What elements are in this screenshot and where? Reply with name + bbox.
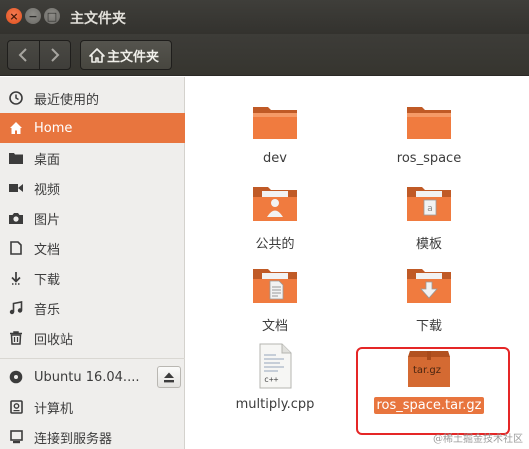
file-item-templates[interactable]: a 模板 bbox=[364, 177, 494, 252]
sidebar-item-connect-server[interactable]: 连接到服务器 bbox=[0, 422, 185, 449]
nav-group bbox=[7, 40, 71, 70]
sidebar-item-documents[interactable]: 文档 bbox=[0, 233, 185, 263]
camera-icon bbox=[9, 211, 23, 225]
clock-icon bbox=[9, 91, 23, 105]
file-item-multiply-cpp[interactable]: c++ multiply.cpp bbox=[210, 341, 340, 412]
trash-icon bbox=[9, 331, 23, 345]
video-icon bbox=[9, 181, 23, 195]
sidebar-item-pictures[interactable]: 图片 bbox=[0, 203, 185, 233]
sidebar-item-label: 计算机 bbox=[34, 401, 74, 417]
file-item-ros-space[interactable]: ros_space bbox=[364, 95, 494, 166]
svg-text:a: a bbox=[427, 204, 433, 214]
cpp-file-icon: c++ bbox=[250, 341, 300, 391]
file-name: 文档 bbox=[261, 319, 288, 334]
window-title: 主文件夹 bbox=[70, 11, 126, 27]
sidebar-item-label: 视频 bbox=[34, 182, 61, 198]
maximize-button[interactable]: □ bbox=[44, 8, 60, 24]
folder-downloads-icon bbox=[404, 259, 454, 309]
document-icon bbox=[9, 241, 23, 255]
forward-button[interactable] bbox=[38, 41, 70, 69]
back-button[interactable] bbox=[8, 41, 39, 69]
sidebar-item-videos[interactable]: 视频 bbox=[0, 173, 185, 203]
download-icon bbox=[9, 271, 23, 285]
sidebar-separator bbox=[0, 358, 185, 359]
eject-button[interactable] bbox=[157, 366, 181, 388]
folder-icon bbox=[9, 151, 23, 165]
eject-icon bbox=[164, 372, 174, 382]
selection-highlight-box bbox=[356, 347, 510, 435]
folder-templates-icon: a bbox=[404, 177, 454, 227]
home-icon bbox=[9, 121, 23, 135]
sidebar-item-label: 文档 bbox=[34, 242, 61, 258]
computer-icon bbox=[9, 400, 23, 414]
file-view: dev ros_space 公共的 a 模板 文档 下载 c++ multipl… bbox=[186, 77, 529, 449]
minimize-button[interactable]: − bbox=[25, 8, 41, 24]
file-name: 模板 bbox=[415, 237, 442, 252]
sidebar-item-recent[interactable]: 最近使用的 bbox=[0, 83, 185, 113]
file-item-documents[interactable]: 文档 bbox=[210, 259, 340, 334]
sidebar: 最近使用的 Home 桌面 视频 图片 文档 下载 音乐 回收站 Ubuntu … bbox=[0, 77, 185, 449]
cpp-icon-text: c++ bbox=[264, 375, 279, 384]
sidebar-item-label: 桌面 bbox=[34, 152, 61, 168]
maximize-icon: □ bbox=[46, 9, 58, 23]
close-button[interactable]: × bbox=[6, 8, 22, 24]
sidebar-item-label: Home bbox=[34, 120, 73, 136]
sidebar-item-label: 回收站 bbox=[34, 332, 74, 348]
sidebar-item-desktop[interactable]: 桌面 bbox=[0, 143, 185, 173]
sidebar-item-label: Ubuntu 16.04.... bbox=[34, 369, 140, 385]
sidebar-item-label: 图片 bbox=[34, 212, 61, 228]
sidebar-item-ubuntu-disc[interactable]: Ubuntu 16.04.... bbox=[0, 362, 185, 392]
sidebar-item-label: 下载 bbox=[34, 272, 61, 288]
sidebar-item-music[interactable]: 音乐 bbox=[0, 293, 185, 323]
path-bar-home[interactable]: 主文件夹 bbox=[80, 40, 172, 70]
disc-icon bbox=[9, 370, 23, 384]
close-icon: × bbox=[9, 9, 19, 23]
file-item-dev[interactable]: dev bbox=[210, 95, 340, 166]
file-name: multiply.cpp bbox=[235, 397, 315, 412]
watermark: @稀土掘金技术社区 bbox=[433, 434, 523, 445]
sidebar-item-computer[interactable]: 计算机 bbox=[0, 392, 185, 422]
folder-documents-icon bbox=[250, 259, 300, 309]
file-name: ros_space bbox=[396, 151, 462, 166]
sidebar-item-label: 最近使用的 bbox=[34, 92, 100, 108]
sidebar-item-label: 连接到服务器 bbox=[34, 431, 113, 447]
chevron-left-icon bbox=[19, 48, 28, 62]
folder-icon bbox=[250, 95, 300, 145]
file-name: dev bbox=[263, 151, 287, 166]
file-item-public[interactable]: 公共的 bbox=[210, 177, 340, 252]
folder-icon bbox=[404, 95, 454, 145]
file-item-downloads[interactable]: 下载 bbox=[364, 259, 494, 334]
sidebar-item-label: 音乐 bbox=[34, 302, 61, 318]
server-icon bbox=[9, 430, 23, 444]
toolbar: 主文件夹 bbox=[0, 34, 529, 76]
minimize-icon: − bbox=[28, 9, 38, 23]
sidebar-item-home[interactable]: Home bbox=[0, 113, 185, 143]
sidebar-item-trash[interactable]: 回收站 bbox=[0, 323, 185, 353]
chevron-right-icon bbox=[51, 48, 60, 62]
file-name: 下载 bbox=[415, 319, 442, 334]
home-icon bbox=[89, 47, 105, 63]
folder-public-icon bbox=[250, 177, 300, 227]
path-label: 主文件夹 bbox=[107, 49, 160, 65]
title-bar: × − □ 主文件夹 bbox=[0, 0, 529, 34]
file-name: 公共的 bbox=[255, 237, 295, 252]
sidebar-item-downloads[interactable]: 下载 bbox=[0, 263, 185, 293]
music-icon bbox=[9, 301, 23, 315]
